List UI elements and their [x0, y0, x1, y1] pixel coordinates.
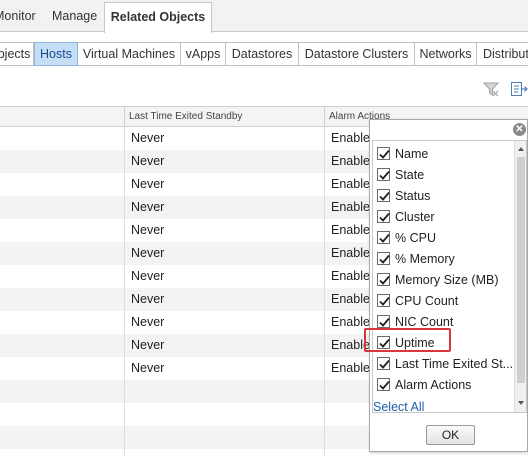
checkmark-icon — [379, 170, 390, 180]
grid-toolbar — [0, 67, 528, 107]
cell-last-time-exited-standby: Never — [131, 338, 165, 352]
checkmark-icon — [379, 254, 390, 264]
checkbox[interactable] — [377, 210, 390, 223]
column-option[interactable]: Name — [373, 144, 513, 165]
column-options-list: Alarm Actions Last Time Exited St... Uptim… — [372, 140, 527, 413]
column-option-label: Alarm Actions — [395, 378, 472, 392]
column-option-label: Status — [395, 189, 431, 203]
scroll-arrows-icon — [517, 147, 525, 405]
filter-clear-icon[interactable] — [482, 81, 500, 97]
column-option[interactable]: Cluster — [373, 207, 513, 228]
export-icon[interactable] — [510, 81, 528, 97]
tab-monitor[interactable]: Monitor — [0, 0, 42, 32]
tab-related-objects[interactable]: Related Objects — [104, 2, 212, 33]
subtab-datastore-clusters[interactable]: Datastore Clusters — [299, 43, 415, 65]
subtab-hosts[interactable]: Hosts — [34, 42, 78, 66]
subtab-virtual-machines[interactable]: Virtual Machines — [78, 43, 181, 65]
column-option-label: Memory Size (MB) — [395, 273, 499, 287]
options-scrollbar[interactable] — [514, 141, 526, 412]
uptime-highlight — [364, 328, 451, 352]
column-option-label: Name — [395, 147, 429, 161]
column-option[interactable]: Memory Size (MB) — [373, 270, 513, 291]
checkmark-icon — [379, 191, 390, 201]
checkmark-icon — [379, 233, 390, 243]
column-option[interactable]: Status — [373, 186, 513, 207]
cell-last-time-exited-standby: Never — [131, 154, 165, 168]
tab-manage[interactable]: Manage — [52, 0, 102, 32]
subtab-vapps[interactable]: vApps — [181, 43, 226, 65]
column-option-label: CPU Count — [395, 294, 459, 308]
top-tab-strip: Monitor Manage Related Objects — [0, 0, 528, 33]
cell-last-time-exited-standby: Never — [131, 223, 165, 237]
checkmark-icon — [379, 380, 390, 390]
checkbox[interactable] — [377, 315, 390, 328]
checkmark-icon — [379, 149, 390, 159]
column-option-label: % Memory — [395, 252, 455, 266]
checkbox[interactable] — [377, 252, 390, 265]
subtab-datastores[interactable]: Datastores — [226, 43, 299, 65]
checkmark-icon — [379, 296, 390, 306]
subtab-distributed[interactable]: Distributed — [477, 43, 528, 65]
subtab-objects[interactable]: Objects — [0, 43, 34, 65]
checkbox[interactable] — [377, 147, 390, 160]
column-option-label: State — [395, 168, 425, 182]
cell-last-time-exited-standby: Never — [131, 292, 165, 306]
cell-last-time-exited-standby: Never — [131, 269, 165, 283]
column-divider — [324, 127, 325, 456]
column-divider — [124, 127, 125, 456]
checkbox[interactable] — [377, 231, 390, 244]
cell-last-time-exited-standby: Never — [131, 315, 165, 329]
checkmark-icon — [379, 212, 390, 222]
cell-last-time-exited-standby: Never — [131, 131, 165, 145]
checkbox[interactable] — [377, 189, 390, 202]
column-option[interactable]: State — [373, 165, 513, 186]
checkbox[interactable] — [377, 357, 390, 370]
checkbox[interactable] — [377, 273, 390, 286]
column-option[interactable]: Alarm Actions — [373, 375, 513, 396]
column-option-label: % CPU — [395, 231, 436, 245]
cell-last-time-exited-standby: Never — [131, 246, 165, 260]
checkbox[interactable] — [377, 168, 390, 181]
column-option[interactable]: Last Time Exited St... — [373, 354, 513, 375]
column-option-label: Cluster — [395, 210, 435, 224]
column-option[interactable]: % Memory — [373, 249, 513, 270]
checkmark-icon — [379, 359, 390, 369]
column-option[interactable]: % CPU — [373, 228, 513, 249]
checkmark-icon — [379, 275, 390, 285]
cell-last-time-exited-standby: Never — [131, 200, 165, 214]
column-option[interactable]: CPU Count — [373, 291, 513, 312]
related-objects-subtabs: Objects Hosts Virtual Machines vApps Dat… — [0, 42, 528, 66]
select-all-link[interactable]: Select All — [373, 400, 424, 414]
column-option-label: Last Time Exited St... — [395, 357, 513, 371]
ok-button[interactable]: OK — [426, 425, 475, 445]
column-last-time-exited-standby[interactable]: Last Time Exited Standby — [124, 107, 324, 127]
subtab-networks[interactable]: Networks — [415, 43, 477, 65]
checkbox[interactable] — [377, 378, 390, 391]
cell-last-time-exited-standby: Never — [131, 177, 165, 191]
column-picker-popup: ✕ Alarm Actions Last Time Exited St... Upt… — [369, 119, 528, 452]
cell-last-time-exited-standby: Never — [131, 361, 165, 375]
checkbox[interactable] — [377, 294, 390, 307]
close-icon[interactable]: ✕ — [513, 123, 526, 136]
